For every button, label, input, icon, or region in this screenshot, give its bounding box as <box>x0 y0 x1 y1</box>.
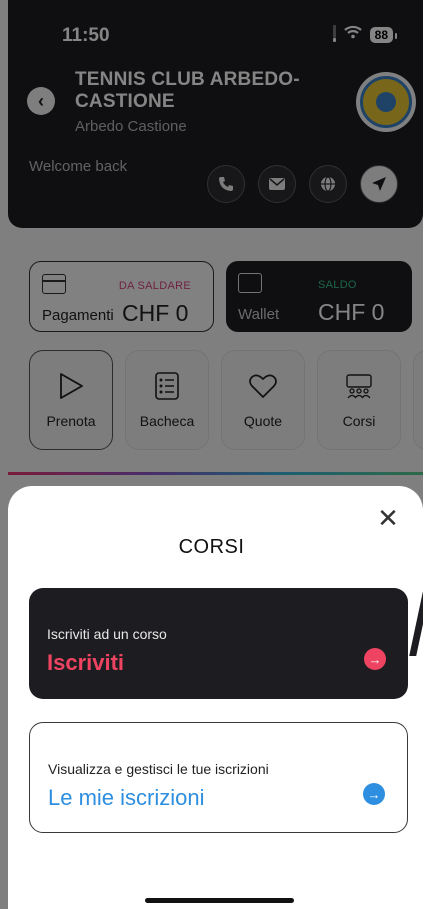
option-subtitle: Iscriviti ad un corso <box>47 626 167 642</box>
option-title: Iscriviti <box>47 650 125 675</box>
home-indicator[interactable] <box>145 898 294 903</box>
enroll-course-option[interactable]: Iscriviti ad un corso Iscriviti → <box>29 588 408 699</box>
arrow-right-icon: → <box>363 783 385 805</box>
option-title: Le mie iscrizioni <box>48 785 205 810</box>
option-subtitle: Visualizza e gestisci le tue iscrizioni <box>48 761 269 777</box>
close-icon[interactable]: ✕ <box>374 505 402 533</box>
arrow-right-icon: → <box>364 648 386 670</box>
my-enrollments-option[interactable]: Visualizza e gestisci le tue iscrizioni … <box>29 722 408 833</box>
sheet-title: CORSI <box>178 536 245 558</box>
